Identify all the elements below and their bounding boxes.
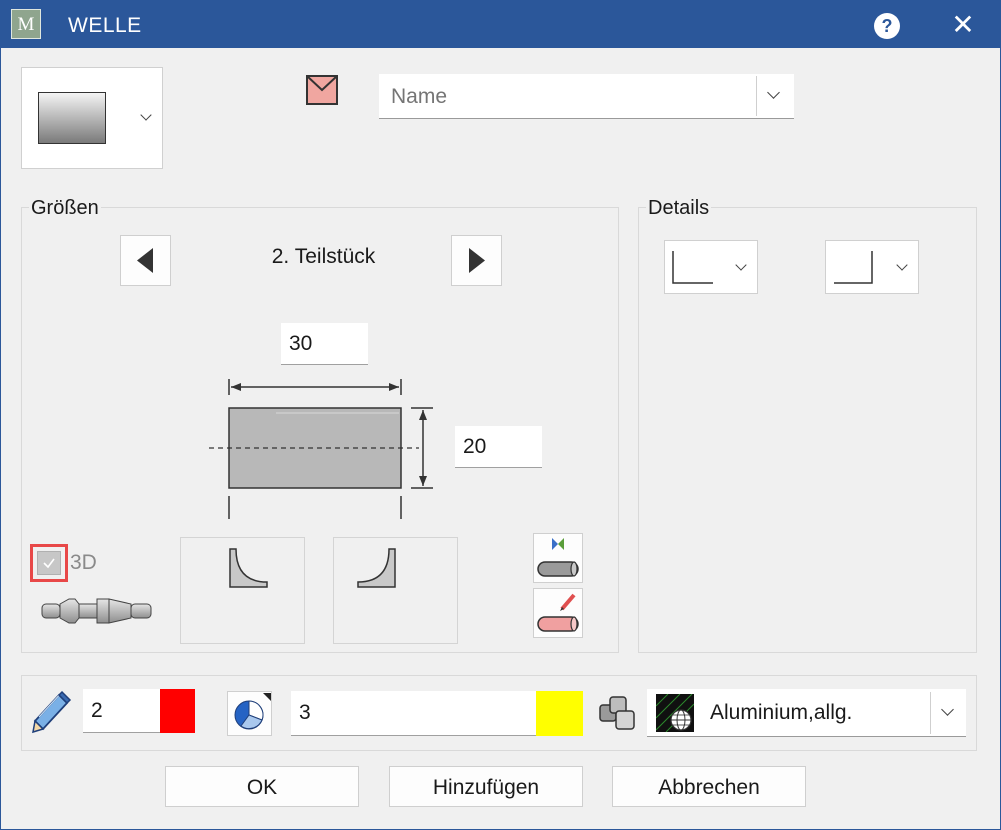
shaft-segment-drawing (209, 379, 433, 519)
chevron-down-icon (767, 86, 780, 99)
swap-shaft-icon (537, 538, 579, 577)
line-type-button[interactable] (227, 691, 272, 736)
chevron-down-icon (896, 259, 908, 271)
pen-color-swatch[interactable] (160, 689, 195, 733)
sizes-group-label: Größen (29, 197, 101, 220)
details-group-label: Details (646, 197, 712, 220)
checkmark-icon (43, 558, 55, 569)
shape-preview-icon (38, 92, 106, 144)
edit-color-button[interactable] (533, 588, 583, 638)
window-title: WELLE (68, 14, 142, 37)
material-combobox[interactable]: Aluminium,allg. (647, 689, 966, 737)
left-edge-detail-box[interactable] (180, 537, 305, 644)
checkbox-3d-box (37, 551, 61, 575)
fillet-left-icon (229, 548, 268, 588)
segment-label: 2. Teilstück (271, 245, 376, 268)
length-input[interactable] (281, 323, 368, 365)
material-dropdown-button[interactable] (930, 692, 965, 734)
material-label: Aluminium,allg. (710, 701, 853, 724)
ok-button[interactable]: OK (165, 766, 359, 807)
cancel-button[interactable]: Abbrechen (612, 766, 806, 807)
corner-right-icon (834, 251, 873, 284)
material-button[interactable] (598, 695, 638, 735)
add-button[interactable]: Hinzufügen (389, 766, 583, 807)
envelope-icon[interactable] (306, 75, 338, 105)
pen-button[interactable] (29, 689, 73, 735)
shaft-3d-icon (41, 598, 152, 624)
diameter-input[interactable] (455, 426, 542, 468)
arrow-left-icon (137, 248, 153, 273)
chevron-down-icon (941, 703, 954, 716)
pen-thickness-input[interactable] (83, 689, 161, 733)
checkbox-3d[interactable] (30, 544, 68, 582)
swap-direction-button[interactable] (533, 533, 583, 583)
name-input[interactable] (383, 76, 753, 118)
arrow-right-icon (469, 248, 485, 273)
pencil-icon (32, 690, 72, 734)
chevron-down-icon (140, 109, 152, 121)
pencil-shaft-icon (537, 593, 579, 632)
next-segment-button[interactable] (451, 235, 502, 286)
chevron-down-icon (735, 259, 747, 271)
shape-selector[interactable] (21, 67, 163, 169)
title-bar: M WELLE ? ✕ (1, 1, 1000, 48)
app-icon: M (11, 9, 41, 39)
previous-segment-button[interactable] (120, 235, 171, 286)
corner-left-icon (672, 251, 713, 284)
material-hatch-globe-icon (656, 694, 694, 732)
name-combobox[interactable] (379, 74, 794, 119)
line-type-input[interactable] (291, 691, 537, 736)
pie-chart-icon (234, 693, 271, 730)
layers-icon (599, 696, 635, 730)
help-button[interactable]: ? (874, 13, 900, 39)
dialog-window: M WELLE ? ✕ Größen 2. Teilstück (0, 0, 1001, 830)
left-end-dropdown[interactable] (664, 240, 758, 294)
name-dropdown-button[interactable] (756, 76, 792, 116)
close-button[interactable]: ✕ (947, 9, 979, 41)
fillet-right-icon (357, 548, 396, 588)
checkbox-3d-label: 3D (70, 551, 97, 574)
line-color-swatch[interactable] (536, 691, 583, 736)
right-edge-detail-box[interactable] (333, 537, 458, 644)
right-end-dropdown[interactable] (825, 240, 919, 294)
